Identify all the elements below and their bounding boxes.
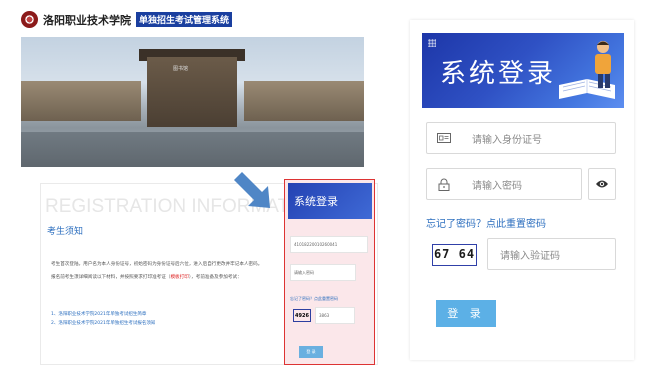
reset-password-link[interactable]: 忘记了密码？点此重置密码	[426, 215, 546, 230]
id-number-placeholder: 请输入身份证号	[472, 135, 542, 146]
mini-login-box: 系统登录 41018220010260041 请输入密码 忘记了密码？点此重置密…	[284, 179, 375, 365]
portal-page-preview: 洛阳职业技术学院 单独招生考试管理系统 图书馆 REGISTRATION INF…	[0, 0, 392, 378]
school-seal-icon	[21, 11, 38, 28]
reflecting-pool	[21, 132, 364, 167]
notice-line-2-end: ），考前准备及参加考试：	[188, 275, 242, 280]
password-input[interactable]: 请输入密码	[426, 168, 582, 200]
document-links: 1、洛阳职业技术学院2021年单独考试招生简章 2、洛阳职业技术学院2021年单…	[51, 310, 155, 328]
banner-dots-decoration	[428, 39, 436, 47]
building-right-wing	[244, 81, 364, 121]
login-banner: 系统登录	[422, 33, 624, 108]
building-main	[147, 57, 237, 127]
mini-password-field[interactable]: 请输入密码	[290, 264, 356, 281]
building-sign: 图书馆	[173, 66, 189, 72]
notice-line-1: 考生首次登陆，用户名为本人身份证号，初始密码为身份证号后六位，进入后自行更改并牢…	[51, 262, 263, 267]
school-name: 洛阳职业技术学院	[43, 13, 131, 27]
reading-person-icon	[595, 41, 611, 88]
mini-captcha-field[interactable]: 3863	[315, 307, 355, 324]
mini-captcha-image[interactable]: 4926	[293, 309, 311, 322]
print-template-link[interactable]: 模板打印	[170, 275, 188, 280]
arrow-icon	[234, 172, 270, 208]
mini-forgot-link[interactable]: 忘记了密码？点此重置密码	[290, 296, 338, 302]
system-name-banner: 单独招生考试管理系统	[136, 12, 233, 27]
password-placeholder: 请输入密码	[472, 181, 522, 192]
id-card-icon	[427, 123, 461, 153]
login-panel: 系统登录 请输入身份证号 请输入密码 忘记了密码？点此重置密码 67 64 请输…	[410, 20, 634, 360]
notice-title: 考生须知	[47, 227, 84, 237]
notice-line-2: 报名前考生须详细阅读以下材料，并按照要求打印准考证（模板打印），考前准备及参加考…	[51, 271, 281, 284]
registration-heading: REGISTRATION INFORMATION	[45, 196, 323, 217]
login-button[interactable]: 登 录	[436, 300, 496, 327]
mini-id-field[interactable]: 41018220010260041	[290, 236, 368, 253]
link-registration-notice[interactable]: 2、洛阳职业技术学院2021年单独招生考试报名须知	[51, 319, 155, 328]
campus-photo: 图书馆	[21, 37, 364, 167]
id-number-input[interactable]: 请输入身份证号	[426, 122, 616, 154]
link-admission-brochure[interactable]: 1、洛阳职业技术学院2021年单独考试招生简章	[51, 310, 155, 319]
building-left-wing	[21, 81, 141, 121]
captcha-input[interactable]: 请输入验证码	[487, 238, 616, 270]
captcha-image[interactable]: 67 64	[432, 244, 477, 266]
school-header: 洛阳职业技术学院 单独招生考试管理系统	[21, 11, 233, 28]
captcha-placeholder: 请输入验证码	[500, 251, 560, 262]
show-password-toggle[interactable]	[588, 168, 616, 200]
mini-login-button[interactable]: 登 录	[299, 346, 323, 358]
eye-icon	[596, 180, 608, 188]
mini-login-banner: 系统登录	[288, 183, 372, 219]
notice-text: 考生首次登陆，用户名为本人身份证号，初始密码为身份证号后六位，进入后自行更改并牢…	[51, 258, 281, 284]
login-title: 系统登录	[440, 59, 557, 89]
lock-icon	[427, 169, 461, 199]
notice-line-2-start: 报名前考生须详细阅读以下材料，并按照要求打印准考证（	[51, 275, 171, 280]
